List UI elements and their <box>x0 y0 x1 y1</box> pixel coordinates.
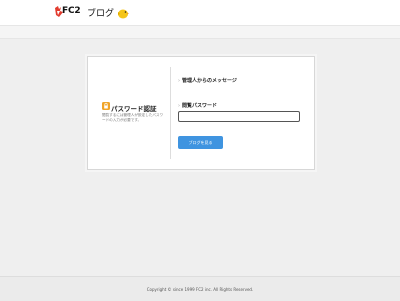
lock-icon <box>102 102 110 110</box>
auth-title-text: パスワード認証 <box>111 105 157 113</box>
auth-description: 閲覧するには管理人が設定したパスワードの入力が必要です。 <box>102 113 164 122</box>
password-auth-card: パスワード認証 閲覧するには管理人が設定したパスワードの入力が必要です。 › 管理… <box>87 56 315 170</box>
chevron-right-icon: › <box>178 103 180 109</box>
message-label: › 管理人からのメッセージ <box>178 77 237 84</box>
auth-form: › 管理人からのメッセージ › 閲覧パスワード ブログを見る <box>178 57 308 169</box>
chick-mascot-icon <box>118 9 129 19</box>
auth-info-panel: パスワード認証 閲覧するには管理人が設定したパスワードの入力が必要です。 <box>88 57 170 169</box>
site-header: FC2 ブログ <box>0 0 400 25</box>
site-footer: Copyright © since 1999 FC2 inc. All Righ… <box>0 276 400 301</box>
view-blog-button[interactable]: ブログを見る <box>178 136 223 149</box>
password-input[interactable] <box>178 111 300 122</box>
password-label: › 閲覧パスワード <box>178 102 217 109</box>
copyright-text: Copyright © since 1999 FC2 inc. All Righ… <box>146 287 254 292</box>
logo-subtext: ブログ <box>87 9 115 19</box>
logo-text: FC2 <box>62 6 81 16</box>
message-label-text: 管理人からのメッセージ <box>182 78 237 84</box>
chevron-right-icon: › <box>178 78 180 84</box>
panel-divider <box>170 67 171 159</box>
header-stripe <box>0 25 400 39</box>
password-label-text: 閲覧パスワード <box>182 103 218 109</box>
